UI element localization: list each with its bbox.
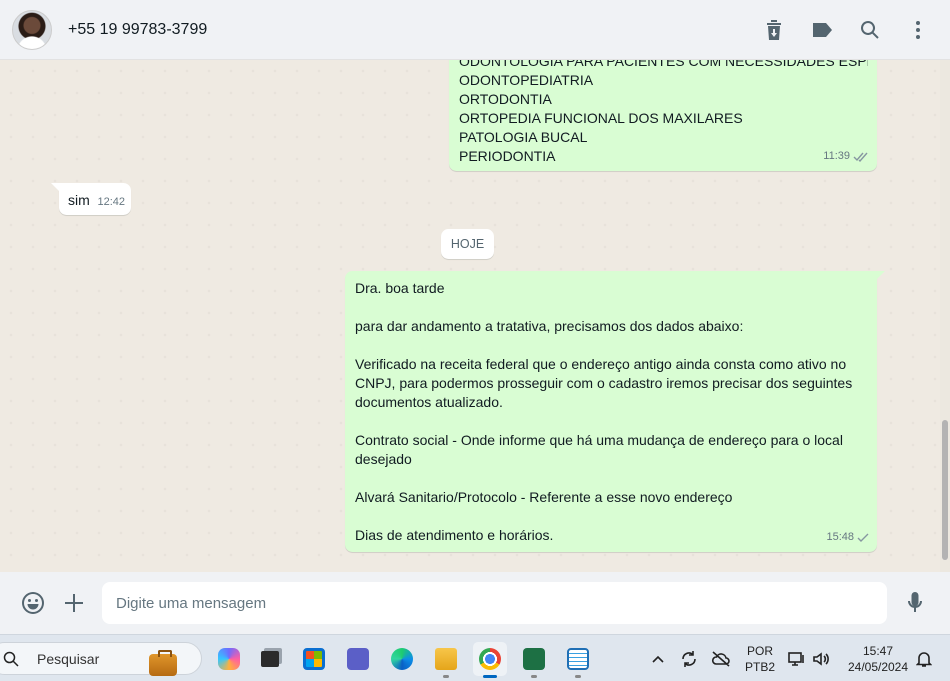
language-top: POR [746, 643, 773, 658]
message-line: para dar andamento a tratativa, precisam… [355, 318, 744, 334]
search-label: Pesquisar [37, 650, 100, 667]
message-line: Dias de atendimento e horários. [355, 527, 554, 543]
language-indicator[interactable]: POR PTB2 [740, 635, 780, 681]
contact-name[interactable]: +55 19 99783-3799 [68, 21, 207, 39]
chat-scrollbar[interactable] [940, 60, 950, 572]
excel-app[interactable] [517, 642, 551, 678]
teams-icon [347, 648, 369, 670]
specialty-line: ORTOPEDIA FUNCIONAL DOS MAXILARES [459, 110, 743, 126]
message-line: desejado [355, 451, 412, 467]
message-line [355, 412, 867, 431]
message-documents-request[interactable]: Dra. boa tarde para dar andamento a trat… [345, 271, 885, 552]
chat-area[interactable]: ODONTOLOGIA PARA PACIENTES COM NECESSIDA… [0, 60, 940, 572]
sync-icon[interactable] [679, 649, 699, 669]
message-line: documentos atualizado. [355, 394, 503, 410]
specialty-line: PATOLOGIA BUCAL [459, 129, 588, 145]
notepad-app[interactable] [561, 642, 595, 678]
message-meta: 11:39 [823, 147, 869, 166]
edge-icon [391, 648, 413, 670]
double-check-icon [853, 151, 869, 162]
copilot-app[interactable] [212, 642, 246, 676]
task-view-icon [261, 651, 279, 667]
folder-icon [435, 648, 457, 670]
teams-app[interactable] [341, 642, 375, 676]
message-line: Alvará Sanitario/Protocolo - Referente a… [355, 489, 733, 505]
copilot-icon [218, 648, 240, 670]
message-line: CNPJ, para podermos prosseguir com o cad… [355, 375, 853, 391]
notepad-icon [567, 648, 589, 670]
microphone-icon[interactable] [902, 590, 928, 616]
language-bottom: PTB2 [744, 659, 775, 674]
search-icon [3, 651, 19, 667]
message-line [355, 336, 867, 355]
taskbar-search[interactable]: Pesquisar [0, 642, 202, 676]
message-line [355, 507, 867, 526]
network-icon[interactable] [787, 649, 807, 669]
message-time: 15:48 [826, 531, 854, 543]
label-icon[interactable] [810, 18, 834, 42]
chrome-app[interactable] [473, 642, 507, 678]
contact-avatar[interactable] [12, 9, 52, 50]
single-check-icon [857, 533, 869, 543]
excel-icon [523, 648, 545, 670]
message-line: Verificado na receita federal que o ende… [355, 356, 847, 372]
volume-icon[interactable] [811, 649, 831, 669]
chevron-up-icon[interactable] [648, 649, 668, 669]
emoji-icon[interactable] [20, 590, 46, 616]
message-time: 12:42 [97, 196, 125, 208]
message-reply[interactable]: sim 12:42 [51, 183, 131, 215]
task-view-app[interactable] [253, 642, 287, 676]
running-indicator [483, 675, 497, 678]
message-input[interactable] [102, 582, 887, 624]
clock-time: 15:47 [862, 643, 894, 658]
specialty-line: PERIODONTIA [459, 148, 556, 164]
search-icon[interactable] [858, 18, 882, 42]
file-explorer-app[interactable] [429, 642, 463, 678]
message-composer [0, 572, 950, 634]
message-specialties[interactable]: ODONTOLOGIA PARA PACIENTES COM NECESSIDA… [449, 60, 877, 171]
message-line [355, 298, 867, 317]
message-line: Dra. boa tarde [355, 280, 445, 296]
message-line: Contrato social - Onde informe que há um… [355, 432, 843, 448]
system-clock[interactable]: 15:47 24/05/2024 [838, 635, 918, 681]
cloud-offline-icon[interactable] [711, 649, 731, 669]
windows-taskbar: Pesquisar POR PTB2 15:47 24/05/2024 [0, 634, 950, 681]
specialty-line: ODONTOLOGIA PARA PACIENTES COM NECESSIDA… [459, 60, 868, 69]
message-meta: 12:42 [97, 193, 125, 212]
scrollbar-thumb[interactable] [942, 420, 948, 560]
briefcase-icon [149, 650, 177, 676]
running-indicator [443, 675, 449, 678]
message-text: sim [68, 192, 90, 208]
header-actions [762, 0, 930, 60]
day-separator: HOJE [441, 229, 494, 259]
message-time: 11:39 [823, 150, 850, 162]
specialty-line: ODONTOPEDIATRIA [459, 72, 594, 88]
store-icon [303, 648, 325, 670]
message-meta: 15:48 [826, 528, 869, 547]
specialty-line: ORTODONTIA [459, 91, 552, 107]
menu-icon[interactable] [906, 18, 930, 42]
running-indicator [575, 675, 581, 678]
plus-icon[interactable] [61, 590, 87, 616]
archive-icon[interactable] [762, 18, 786, 42]
chrome-icon [479, 648, 501, 670]
clock-date: 24/05/2024 [847, 659, 909, 674]
message-line [355, 469, 867, 488]
running-indicator [531, 675, 537, 678]
notification-bell-icon[interactable] [914, 649, 934, 669]
store-app[interactable] [297, 642, 331, 676]
edge-app[interactable] [385, 642, 419, 676]
chat-header: +55 19 99783-3799 [0, 0, 950, 60]
